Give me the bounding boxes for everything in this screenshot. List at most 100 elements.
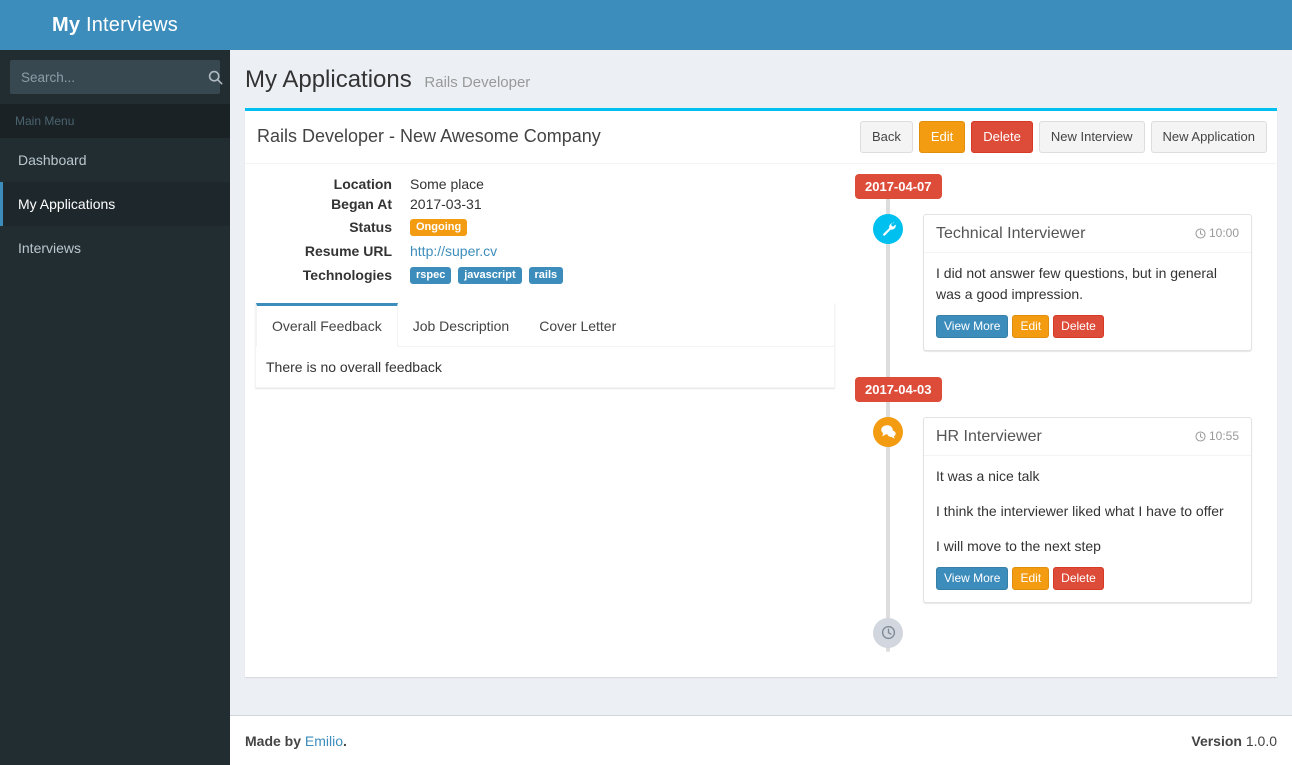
sidebar-item-interviews[interactable]: Interviews: [0, 226, 230, 270]
status-label: Status: [349, 218, 392, 235]
timeline-date-label: 2017-04-03: [855, 376, 1267, 402]
comments-icon: [873, 416, 903, 447]
detail-row-status: Status Ongoing: [255, 217, 835, 237]
feedback-tabs: Overall Feedback Job Description Cover L…: [255, 302, 835, 388]
timeline-entry: HR Interviewer 10:55 It was a nice talk …: [855, 416, 1267, 603]
began-at-value: 2017-03-31: [410, 195, 482, 212]
location-label: Location: [333, 175, 392, 192]
delete-interview-button[interactable]: Delete: [1053, 567, 1104, 590]
timeline-end: [855, 617, 1267, 652]
interview-timeline: 2017-04-07 Technical Interviewer 10:00 I…: [855, 173, 1267, 652]
box-header: Rails Developer - New Awesome Company Ba…: [245, 111, 1277, 164]
timeline-paragraph: I will move to the next step: [936, 538, 1101, 555]
timeline-card-footer: View More Edit Delete: [924, 315, 1251, 349]
timeline-paragraph: It was a nice talk: [936, 468, 1040, 485]
timeline-time: 10:55: [1195, 428, 1239, 443]
tab-cover-letter[interactable]: Cover Letter: [524, 303, 631, 347]
timeline-time-text: 10:00: [1208, 225, 1239, 240]
box-body: Location Some place Began At 2017-03-31 …: [245, 164, 1277, 677]
technologies-value-wrap: rspec javascript rails: [402, 265, 835, 285]
began-at-label: Began At: [331, 195, 392, 212]
version-value: 1.0.0: [1245, 732, 1277, 749]
sidebar-search: [0, 50, 230, 104]
tab-content: There is no overall feedback: [266, 358, 442, 375]
detail-row-location: Location Some place: [255, 174, 835, 194]
made-by-prefix: Made by: [245, 732, 305, 749]
version-label: Version: [1191, 732, 1242, 749]
sidebar-item-label: Dashboard: [18, 152, 87, 168]
made-by: Made by Emilio.: [245, 733, 1191, 749]
application-box: Rails Developer - New Awesome Company Ba…: [245, 108, 1277, 677]
sidebar: My Interviews Main Menu Dashboard My App…: [0, 0, 230, 765]
technologies-label: Technologies: [302, 266, 392, 283]
page-title-text: My Applications: [245, 66, 412, 93]
timeline-date-badge: 2017-04-07: [855, 173, 942, 199]
resume-url-label: Resume URL: [304, 242, 392, 259]
detail-row-began-at: Began At 2017-03-31: [255, 194, 835, 214]
content-wrapper: My Applications Rails Developer Rails De…: [230, 50, 1292, 765]
application-details-column: Location Some place Began At 2017-03-31 …: [255, 174, 845, 667]
top-navbar: [230, 0, 1292, 50]
view-more-button[interactable]: View More: [936, 315, 1009, 338]
technology-badge: javascript: [458, 267, 522, 285]
page-title: My Applications Rails Developer: [245, 65, 530, 98]
status-value-wrap: Ongoing: [402, 217, 835, 237]
location-value: Some place: [410, 175, 484, 192]
box-tools: Back Edit Delete New Interview New Appli…: [859, 121, 1267, 153]
timeline-paragraph: I did not answer few questions, but in g…: [936, 265, 1217, 303]
sidebar-item-my-applications[interactable]: My Applications: [0, 182, 230, 226]
resume-url-value: http://super.cv: [402, 241, 835, 261]
timeline-time-text: 10:55: [1208, 428, 1239, 443]
logo-rest-text: Interviews: [85, 13, 178, 36]
technology-badge: rspec: [410, 267, 452, 285]
timeline-card-body: I did not answer few questions, but in g…: [924, 253, 1251, 315]
tab-list: Overall Feedback Job Description Cover L…: [256, 302, 834, 347]
timeline-paragraph: I think the interviewer liked what I hav…: [936, 503, 1224, 520]
timeline-date-label: 2017-04-07: [855, 173, 1267, 199]
timeline-card: HR Interviewer 10:55 It was a nice talk …: [923, 416, 1252, 603]
page-footer: Made by Emilio. Version 1.0.0: [230, 715, 1292, 765]
app-logo[interactable]: My Interviews: [0, 0, 230, 50]
page-subtitle: Rails Developer: [424, 74, 531, 91]
wrench-icon: [873, 213, 903, 244]
search-icon: [208, 70, 223, 85]
sidebar-menu-header: Main Menu: [0, 104, 230, 138]
timeline-card-body: It was a nice talk I think the interview…: [924, 456, 1251, 567]
edit-button[interactable]: Edit: [918, 121, 966, 153]
edit-interview-button[interactable]: Edit: [1012, 315, 1050, 338]
sidebar-item-label: Interviews: [18, 240, 82, 256]
interviewer-name: HR Interviewer: [936, 427, 1042, 445]
delete-interview-button[interactable]: Delete: [1053, 315, 1104, 338]
sidebar-item-dashboard[interactable]: Dashboard: [0, 138, 230, 182]
timeline-entry: Technical Interviewer 10:00 I did not an…: [855, 213, 1267, 351]
search-input[interactable]: [11, 61, 208, 93]
status-badge: Ongoing: [410, 219, 468, 237]
delete-button[interactable]: Delete: [971, 121, 1033, 153]
search-box[interactable]: [10, 60, 223, 94]
timeline-card-header: HR Interviewer 10:55: [924, 418, 1251, 457]
timeline-card-header: Technical Interviewer 10:00: [924, 215, 1251, 254]
made-by-suffix: .: [343, 732, 347, 749]
timeline-date-badge: 2017-04-03: [855, 376, 942, 402]
clock-icon: [1195, 431, 1206, 442]
logo-strong-text: My: [52, 13, 81, 36]
new-interview-button[interactable]: New Interview: [1038, 121, 1145, 153]
back-button[interactable]: Back: [859, 121, 913, 153]
timeline-card: Technical Interviewer 10:00 I did not an…: [923, 213, 1252, 351]
new-application-button[interactable]: New Application: [1150, 121, 1267, 153]
content-header: My Applications Rails Developer: [230, 50, 1292, 108]
version-info: Version 1.0.0: [1191, 733, 1277, 749]
timeline-time: 10:00: [1195, 225, 1239, 240]
detail-row-resume-url: Resume URL http://super.cv: [255, 241, 835, 261]
detail-row-technologies: Technologies rspec javascript rails: [255, 265, 835, 285]
tab-overall-feedback[interactable]: Overall Feedback: [256, 302, 398, 347]
edit-interview-button[interactable]: Edit: [1012, 567, 1050, 590]
interviewer-name: Technical Interviewer: [936, 224, 1086, 242]
author-link[interactable]: Emilio: [305, 733, 343, 749]
timeline-card-footer: View More Edit Delete: [924, 567, 1251, 601]
resume-url-link[interactable]: http://super.cv: [410, 243, 497, 259]
search-button[interactable]: [208, 61, 231, 93]
clock-icon: [873, 617, 903, 648]
view-more-button[interactable]: View More: [936, 567, 1009, 590]
tab-job-description[interactable]: Job Description: [398, 303, 525, 347]
